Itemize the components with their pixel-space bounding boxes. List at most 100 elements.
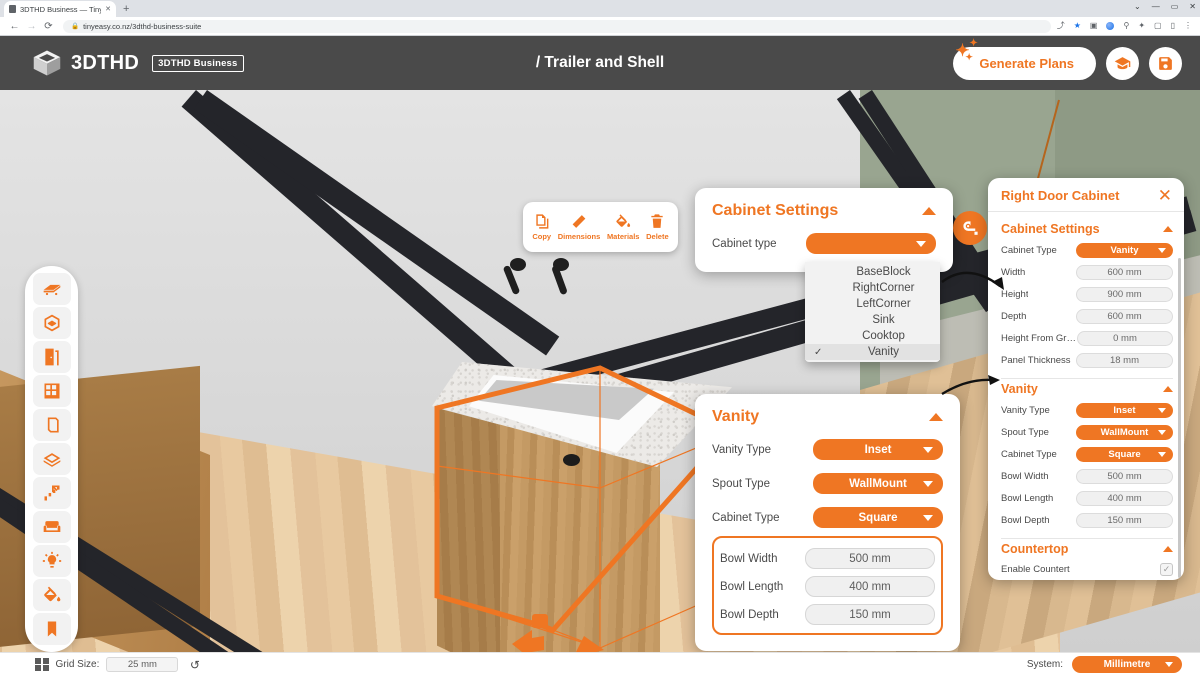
sidebar-item-lighting[interactable] [32,545,71,577]
section-cabinet-settings[interactable]: Cabinet Settings [1001,222,1173,236]
grid-size-input[interactable]: 25 mm [106,657,179,672]
section-countertop[interactable]: Countertop [1001,542,1173,556]
app-logo[interactable]: 3DTHD 3DTHD Business [32,49,244,77]
sidebar-icon[interactable]: ▢ [1154,22,1162,30]
share-icon[interactable]: ⤴ [1057,22,1065,30]
window-chevron-icon[interactable]: ⌄ [1134,2,1141,11]
bowl-length-input[interactable]: 400 mm [805,576,935,597]
vanity-type-select[interactable]: Inset [813,439,943,460]
row-cabinet-type: Cabinet Type Vanity [1001,243,1173,258]
window-close-button[interactable]: ✕ [1189,2,1196,11]
row-width: Width 600 mm [1001,265,1173,280]
sidebar-item-panel[interactable] [32,409,71,441]
width-input[interactable]: 600 mm [1076,265,1173,280]
address-bar[interactable]: 🔒 tinyeasy.co.nz/3dthd-business-suite [63,19,1051,33]
grid-icon [35,657,49,672]
dropdown-option[interactable]: LeftCorner [805,296,940,312]
reload-icon[interactable]: ⟳ [40,21,57,32]
browser-action-icons: ⤴ ★ ▣ ⚲ ✦ ▢ ▯ ⋮ [1057,22,1194,30]
collapse-caret-icon[interactable] [929,413,943,421]
window-maximize-button[interactable]: ▭ [1171,2,1179,11]
account-icon[interactable]: ▯ [1171,22,1175,30]
generate-plans-button[interactable]: ✦ ✦ ✦ Generate Plans [953,38,1096,80]
enable-countertop-checkbox[interactable]: ✓ [1160,563,1173,576]
height-from-ground-input[interactable]: 0 mm [1077,331,1173,346]
measure-view-button[interactable] [953,211,987,245]
materials-button[interactable]: Materials [607,213,639,241]
camera-icon[interactable]: ▣ [1090,22,1098,30]
dropdown-option[interactable]: BaseBlock [805,264,940,280]
spout-type-value: WallMount [849,477,907,490]
bowl-depth-input[interactable]: 150 mm [805,604,935,625]
dropdown-option-label: Vanity [867,346,900,358]
bookmark-star-icon[interactable]: ★ [1074,22,1081,30]
scrollbar[interactable] [1178,258,1181,578]
back-icon[interactable]: ← [6,21,23,32]
system-units-select[interactable]: Millimetre [1072,656,1182,673]
collapse-caret-icon[interactable] [922,207,936,215]
side-panel-title: Right Door Cabinet [1001,188,1120,203]
eyedropper-icon[interactable]: ⚲ [1123,22,1129,30]
dropdown-option[interactable]: Sink [805,312,940,328]
new-tab-button[interactable]: + [123,4,129,17]
window-minimize-button[interactable]: — [1152,2,1160,11]
dropdown-option[interactable]: RightCorner [805,280,940,296]
bowl-depth-label: Bowl Depth [720,608,779,621]
sidebar-item-materials[interactable] [32,579,71,611]
row-value: WallMount [1100,427,1149,438]
height-input[interactable]: 900 mm [1076,287,1173,302]
panel-thickness-input[interactable]: 18 mm [1076,353,1173,368]
sidebar-item-trailer[interactable] [32,273,71,305]
collapse-caret-icon[interactable] [1163,386,1173,392]
sidebar-item-shell[interactable] [32,307,71,339]
transform-gizmo[interactable] [510,610,620,652]
sidebar-item-bookmark[interactable] [32,613,71,645]
dropdown-option-selected[interactable]: ✓ Vanity [805,344,940,360]
row-value: Inset [1113,405,1136,416]
browser-menu-icon[interactable]: ⋮ [1184,22,1192,30]
tab-close-icon[interactable]: ✕ [105,5,111,13]
vanity-type-row: Vanity Type Inset [712,439,943,460]
ruler-icon [572,215,586,228]
collapse-caret-icon[interactable] [1163,226,1173,232]
vanity-type-select[interactable]: Inset [1076,403,1173,418]
chevron-down-icon [923,514,933,521]
spout-type-select[interactable]: WallMount [1076,425,1173,440]
cabinet-type-select[interactable]: Square [813,507,943,528]
row-label: Width [1001,267,1026,278]
save-button[interactable] [1149,46,1182,80]
collapse-caret-icon[interactable] [1163,546,1173,552]
sidebar-item-door[interactable] [32,341,71,373]
bowl-depth-input[interactable]: 150 mm [1076,513,1173,528]
forward-icon[interactable]: → [23,21,40,32]
depth-input[interactable]: 600 mm [1076,309,1173,324]
dimensions-button[interactable]: Dimensions [558,213,600,241]
tutorial-button[interactable] [1106,46,1139,80]
sidebar-item-window[interactable] [32,375,71,407]
reset-icon[interactable]: ↺ [185,656,204,673]
dropdown-option[interactable]: Cooktop [805,328,940,344]
row-label: Spout Type [1001,427,1049,438]
extensions-icon[interactable]: ✦ [1138,22,1145,30]
profile-circle-icon[interactable] [1106,22,1115,30]
sidebar-item-furniture[interactable] [32,511,71,543]
sidebar-item-roof[interactable] [32,443,71,475]
delete-button[interactable]: Delete [646,213,669,241]
row-cabinet-type-vanity: Cabinet Type Square [1001,447,1173,462]
bowl-length-input[interactable]: 400 mm [1076,491,1173,506]
app-root: 3DTHD Business — Tiny Easy - T ✕ + ⌄ — ▭… [0,0,1200,676]
bowl-width-input[interactable]: 500 mm [805,548,935,569]
stairs-icon [44,485,59,501]
cabinet-type-select[interactable]: Vanity [1076,243,1173,258]
bowl-width-input[interactable]: 500 mm [1076,469,1173,484]
section-vanity[interactable]: Vanity [1001,382,1173,396]
cabinet-type-dropdown-list[interactable]: BaseBlock RightCorner LeftCorner Sink Co… [805,262,940,362]
tape-measure-icon [962,220,978,235]
browser-tab[interactable]: 3DTHD Business — Tiny Easy - T ✕ [4,1,116,17]
sidebar-item-stairs[interactable] [32,477,71,509]
copy-button[interactable]: Copy [532,213,551,241]
cabinet-type-select[interactable] [806,233,936,254]
cabinet-shape-select[interactable]: Square [1076,447,1173,462]
spout-type-select[interactable]: WallMount [813,473,943,494]
close-icon[interactable]: ✕ [1158,187,1172,204]
